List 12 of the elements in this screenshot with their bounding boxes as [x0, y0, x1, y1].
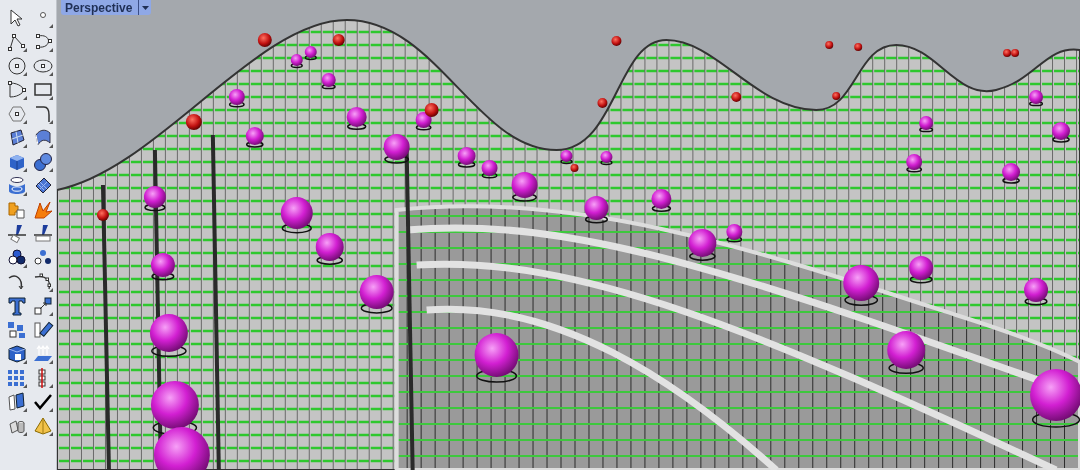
move-arrow-icon[interactable] — [31, 294, 55, 318]
text-tool-icon[interactable] — [5, 294, 29, 318]
panels-icon[interactable] — [5, 390, 29, 414]
caret-icon — [141, 5, 149, 10]
solid-cube-icon[interactable] — [5, 342, 29, 366]
spheres-icon[interactable] — [31, 150, 55, 174]
arc-icon[interactable] — [5, 78, 29, 102]
viewport-menu-button[interactable] — [138, 0, 152, 15]
split-blade-icon[interactable] — [5, 222, 29, 246]
color-circles-icon[interactable] — [5, 246, 29, 270]
viewport[interactable]: Perspective — [57, 0, 1080, 470]
circle-icon[interactable] — [5, 54, 29, 78]
